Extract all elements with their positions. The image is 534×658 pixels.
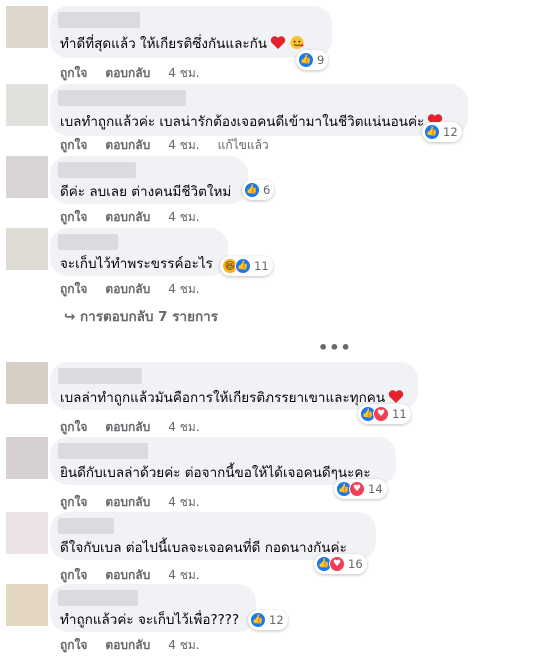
reply-link[interactable]: ตอบกลับ bbox=[105, 136, 150, 155]
reaction-summary[interactable]: 👍 ♥ 11 bbox=[358, 404, 411, 424]
reaction-summary[interactable]: 👍 9 bbox=[296, 50, 329, 70]
avatar[interactable] bbox=[6, 584, 48, 626]
reply-link[interactable]: ตอบกลับ bbox=[105, 208, 150, 227]
avatar[interactable] bbox=[6, 437, 48, 479]
comment-text: ดีใจกับเบล ต่อไปนี้เบลจะเจอคนที่ดี กอดนา… bbox=[60, 540, 347, 556]
reply-link[interactable]: ตอบกลับ bbox=[105, 418, 150, 437]
reaction-summary[interactable]: 😆 👍 11 bbox=[220, 256, 273, 276]
heart-icon bbox=[270, 35, 286, 50]
timestamp[interactable]: 4 ชม. bbox=[168, 136, 199, 155]
timestamp[interactable]: 4 ชม. bbox=[168, 493, 199, 512]
like-link[interactable]: ถูกใจ bbox=[60, 493, 87, 512]
edited-label[interactable]: แก้ไขแล้ว bbox=[218, 136, 269, 155]
comment-actions: ถูกใจ ตอบกลับ 4 ชม. bbox=[60, 493, 200, 512]
avatar[interactable] bbox=[6, 512, 48, 554]
like-link[interactable]: ถูกใจ bbox=[60, 208, 87, 227]
timestamp[interactable]: 4 ชม. bbox=[168, 418, 199, 437]
like-link[interactable]: ถูกใจ bbox=[60, 566, 87, 585]
commenter-name[interactable] bbox=[58, 234, 118, 250]
reaction-summary[interactable]: 👍 12 bbox=[422, 122, 462, 142]
reply-link[interactable]: ตอบกลับ bbox=[105, 493, 150, 512]
reply-link[interactable]: ตอบกลับ bbox=[105, 64, 150, 83]
like-reaction-icon: 👍 bbox=[250, 612, 266, 628]
like-reaction-icon: 👍 bbox=[424, 124, 440, 140]
commenter-name[interactable] bbox=[58, 368, 142, 384]
comment-actions: ถูกใจ ตอบกลับ 4 ชม. bbox=[60, 280, 200, 299]
comment-text: ยินดีกับเบลล่าด้วยค่ะ ต่อจากนี้ขอให้ได้เ… bbox=[60, 465, 371, 481]
comment-text: ทำถูกแล้วค่ะ จะเก็บไว้เพื่อ???? bbox=[60, 612, 240, 628]
comment-actions: ถูกใจ ตอบกลับ 4 ชม. bbox=[60, 418, 200, 437]
love-reaction-icon: ♥ bbox=[329, 556, 345, 572]
comment-bubble: ดีค่ะ ลบเลย ต่างคนมีชีวิตใหม่ bbox=[50, 156, 248, 204]
avatar[interactable] bbox=[6, 84, 48, 126]
commenter-name[interactable] bbox=[58, 162, 136, 178]
commenter-name[interactable] bbox=[58, 90, 186, 106]
avatar[interactable] bbox=[6, 6, 48, 48]
comment-bubble: ทำดีที่สุดแล้ว ให้เกียรติซึ่งกันและกัน bbox=[50, 6, 332, 58]
timestamp[interactable]: 4 ชม. bbox=[168, 208, 199, 227]
like-link[interactable]: ถูกใจ bbox=[60, 64, 87, 83]
commenter-name[interactable] bbox=[58, 443, 148, 459]
reaction-count: 11 bbox=[254, 259, 269, 273]
comment-bubble: ยินดีกับเบลล่าด้วยค่ะ ต่อจากนี้ขอให้ได้เ… bbox=[50, 437, 396, 485]
comment-text: จะเก็บไว้ทำพระขรรค์อะไร bbox=[60, 256, 213, 272]
reaction-count: 12 bbox=[443, 125, 458, 139]
reaction-count: 12 bbox=[269, 613, 284, 627]
reply-link[interactable]: ตอบกลับ bbox=[105, 566, 150, 585]
hug-emoji-icon bbox=[289, 35, 305, 50]
commenter-name[interactable] bbox=[58, 518, 114, 534]
like-reaction-icon: 👍 bbox=[298, 52, 314, 68]
comment-actions: ถูกใจ ตอบกลับ 4 ชม. bbox=[60, 208, 200, 227]
avatar[interactable] bbox=[6, 228, 48, 270]
like-reaction-icon: 👍 bbox=[235, 258, 251, 274]
heart-icon bbox=[388, 389, 404, 404]
reply-link[interactable]: ตอบกลับ bbox=[105, 280, 150, 299]
love-reaction-icon: ♥ bbox=[349, 481, 365, 497]
comment-actions: ถูกใจ ตอบกลับ 4 ชม. แก้ไขแล้ว bbox=[60, 136, 269, 155]
avatar[interactable] bbox=[6, 362, 48, 404]
timestamp[interactable]: 4 ชม. bbox=[168, 64, 199, 83]
reaction-summary[interactable]: 👍 6 bbox=[242, 180, 275, 200]
reaction-count: 9 bbox=[317, 53, 325, 67]
comment-text: ดีค่ะ ลบเลย ต่างคนมีชีวิตใหม่ bbox=[60, 184, 232, 200]
comment-bubble: เบลล่าทำถูกแล้วมันคือการให้เกียรติภรรยาเ… bbox=[50, 362, 418, 410]
commenter-name[interactable] bbox=[58, 590, 138, 606]
like-link[interactable]: ถูกใจ bbox=[60, 280, 87, 299]
commenter-name[interactable] bbox=[58, 12, 140, 28]
comment-bubble: ดีใจกับเบล ต่อไปนี้เบลจะเจอคนที่ดี กอดนา… bbox=[50, 512, 376, 560]
reaction-count: 11 bbox=[392, 407, 407, 421]
like-reaction-icon: 👍 bbox=[244, 182, 260, 198]
timestamp[interactable]: 4 ชม. bbox=[168, 636, 199, 655]
reaction-summary[interactable]: 👍 12 bbox=[248, 610, 288, 630]
comment-text: เบลทำถูกแล้วค่ะ เบลน่ารักต้องเจอคนดีเข้า… bbox=[60, 114, 425, 130]
comment-bubble: ทำถูกแล้วค่ะ จะเก็บไว้เพื่อ???? bbox=[50, 584, 256, 632]
comment-text: ทำดีที่สุดแล้ว ให้เกียรติซึ่งกันและกัน bbox=[60, 36, 267, 52]
view-replies-link[interactable]: ↪ การตอบกลับ 7 รายการ bbox=[64, 305, 218, 327]
timestamp[interactable]: 4 ชม. bbox=[168, 280, 199, 299]
more-horizontal-icon[interactable]: ••• bbox=[318, 338, 352, 357]
comment-actions: ถูกใจ ตอบกลับ 4 ชม. bbox=[60, 64, 200, 83]
like-link[interactable]: ถูกใจ bbox=[60, 418, 87, 437]
comment-text: เบลล่าทำถูกแล้วมันคือการให้เกียรติภรรยาเ… bbox=[60, 390, 386, 406]
avatar[interactable] bbox=[6, 156, 48, 198]
reply-link[interactable]: ตอบกลับ bbox=[105, 636, 150, 655]
reaction-count: 6 bbox=[263, 183, 271, 197]
love-reaction-icon: ♥ bbox=[373, 406, 389, 422]
like-link[interactable]: ถูกใจ bbox=[60, 136, 87, 155]
comment-bubble: จะเก็บไว้ทำพระขรรค์อะไร bbox=[50, 228, 228, 276]
timestamp[interactable]: 4 ชม. bbox=[168, 566, 199, 585]
reaction-summary[interactable]: 👍 ♥ 16 bbox=[314, 554, 367, 574]
reaction-summary[interactable]: 👍 ♥ 14 bbox=[334, 479, 387, 499]
like-link[interactable]: ถูกใจ bbox=[60, 636, 87, 655]
comment-actions: ถูกใจ ตอบกลับ 4 ชม. bbox=[60, 636, 200, 655]
comment-bubble: เบลทำถูกแล้วค่ะ เบลน่ารักต้องเจอคนดีเข้า… bbox=[50, 84, 468, 136]
reaction-count: 16 bbox=[348, 557, 363, 571]
comment-actions: ถูกใจ ตอบกลับ 4 ชม. bbox=[60, 566, 200, 585]
reaction-count: 14 bbox=[368, 482, 383, 496]
